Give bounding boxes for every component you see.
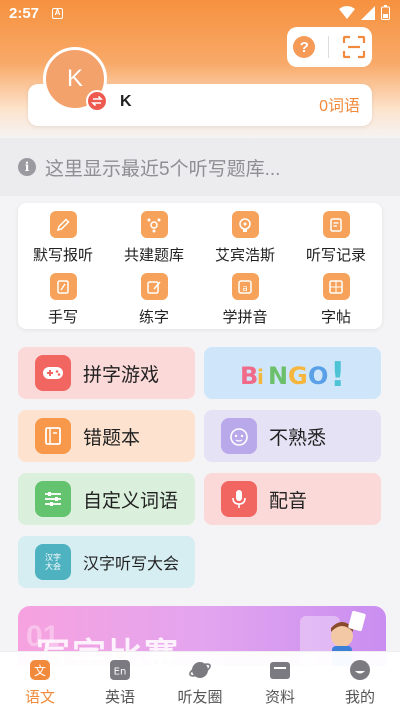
tile-bingo[interactable]: B i N G O ! xyxy=(204,347,381,399)
divider xyxy=(327,36,329,58)
nav-materials[interactable]: 资料 xyxy=(240,652,320,711)
svg-text:B: B xyxy=(240,362,258,390)
status-bar: 2:57 A xyxy=(0,0,400,28)
tile-unfamiliar[interactable]: 不熟悉 xyxy=(204,410,381,462)
tool-label: 听写记录 xyxy=(305,247,366,264)
status-icons xyxy=(339,5,390,20)
nav-label: 听友圈 xyxy=(177,689,223,706)
profile-icon xyxy=(350,660,370,680)
tool-label: 默写报听 xyxy=(32,247,93,264)
english-icon: En xyxy=(110,660,130,680)
bottom-nav: 文 语文 En 英语 听友圈 资料 我的 xyxy=(0,651,400,711)
tool-label: 字帖 xyxy=(320,309,351,326)
contest-logo: 汉字大会 xyxy=(35,544,71,580)
svg-text:G: G xyxy=(288,362,308,390)
bingo-logo: B i N G O ! xyxy=(240,355,346,393)
nav-circle[interactable]: 听友圈 xyxy=(160,652,240,711)
notice-text: 这里显示最近5个听写题库... xyxy=(45,158,281,180)
mic-icon xyxy=(221,481,257,517)
tool-label: 练字 xyxy=(138,309,169,326)
tool-mo-xie[interactable]: 默写报听 xyxy=(18,211,108,265)
nav-glyph: 文 xyxy=(34,663,46,678)
wifi-icon xyxy=(339,5,355,19)
tool-label: 学拼音 xyxy=(222,309,268,326)
battery-icon xyxy=(381,5,390,20)
tile-label: 自定义词语 xyxy=(83,490,179,512)
nav-english[interactable]: En 英语 xyxy=(80,652,160,711)
pencil-icon xyxy=(49,211,77,238)
tool-label: 共建题库 xyxy=(123,247,184,264)
tile-label: 配音 xyxy=(269,490,308,512)
tile-label: 汉字听写大会 xyxy=(83,556,180,573)
chinese-icon: 文 xyxy=(30,660,50,680)
nav-label: 我的 xyxy=(344,689,375,706)
word-count[interactable]: 0词语 xyxy=(319,92,360,116)
tile-dubbing[interactable]: 配音 xyxy=(204,473,381,525)
svg-text:a: a xyxy=(242,284,248,294)
tool-ji-lu[interactable]: 听写记录 xyxy=(291,211,381,265)
tools-grid: 默写报听 共建题库 艾宾浩斯 听写记录 手写 练字 a 学拼音 字帖 xyxy=(18,203,382,329)
tool-label: 艾宾浩斯 xyxy=(214,247,275,264)
notebook-icon xyxy=(35,418,71,454)
nav-mine[interactable]: 我的 xyxy=(320,652,400,711)
nav-glyph: En xyxy=(114,667,127,678)
gamepad-icon xyxy=(35,355,71,391)
face-icon xyxy=(221,418,257,454)
svg-text:!: ! xyxy=(330,355,346,393)
contest-logo-text: 汉字大会 xyxy=(45,553,61,571)
tool-ebbinghaus[interactable]: 艾宾浩斯 xyxy=(200,211,290,265)
nav-label: 语文 xyxy=(24,689,55,706)
tool-lian-zi[interactable]: 练字 xyxy=(109,273,199,327)
tile-wrong-book[interactable]: 错题本 xyxy=(18,410,195,462)
svg-text:O: O xyxy=(308,362,328,390)
nav-label: 资料 xyxy=(264,689,295,706)
copybook-icon xyxy=(322,273,350,300)
nav-chinese[interactable]: 文 语文 xyxy=(0,652,80,711)
recent-banks-notice: i 这里显示最近5个听写题库... xyxy=(0,138,400,196)
brain-icon xyxy=(231,211,259,238)
scan-icon[interactable] xyxy=(342,35,366,59)
status-time: 2:57 xyxy=(9,5,40,22)
user-name: K xyxy=(120,93,132,110)
tile-custom-words[interactable]: 自定义词语 xyxy=(18,473,195,525)
svg-text:i: i xyxy=(257,365,264,389)
header-actions: ? xyxy=(287,27,372,67)
signal-icon xyxy=(361,5,375,20)
svg-text:N: N xyxy=(268,362,288,390)
nav-label: 英语 xyxy=(104,689,135,706)
tile-pinzi-game[interactable]: 拼字游戏 xyxy=(18,347,195,399)
list-icon xyxy=(35,481,71,517)
tool-pin-yin[interactable]: a 学拼音 xyxy=(200,273,290,327)
record-icon xyxy=(322,211,350,238)
planet-icon xyxy=(189,662,211,678)
switch-icon[interactable] xyxy=(86,90,108,112)
tool-label: 手写 xyxy=(47,309,78,326)
pinyin-icon: a xyxy=(231,273,259,300)
info-icon: i xyxy=(18,158,36,176)
tool-shou-xie[interactable]: 手写 xyxy=(18,273,108,327)
edit-icon xyxy=(140,273,168,300)
help-icon[interactable]: ? xyxy=(293,36,316,58)
tile-label: 拼字游戏 xyxy=(83,364,160,386)
tool-zi-tie[interactable]: 字帖 xyxy=(291,273,381,327)
tool-gong-jian[interactable]: 共建题库 xyxy=(109,211,199,265)
tile-label: 错题本 xyxy=(83,427,141,449)
notification-icon: A xyxy=(52,8,63,19)
tile-label: 不熟悉 xyxy=(269,427,327,449)
handwrite-icon xyxy=(49,273,77,300)
share-icon xyxy=(140,211,168,238)
tile-dictation-contest[interactable]: 汉字大会 汉字听写大会 xyxy=(18,536,195,588)
folder-icon xyxy=(270,662,290,679)
